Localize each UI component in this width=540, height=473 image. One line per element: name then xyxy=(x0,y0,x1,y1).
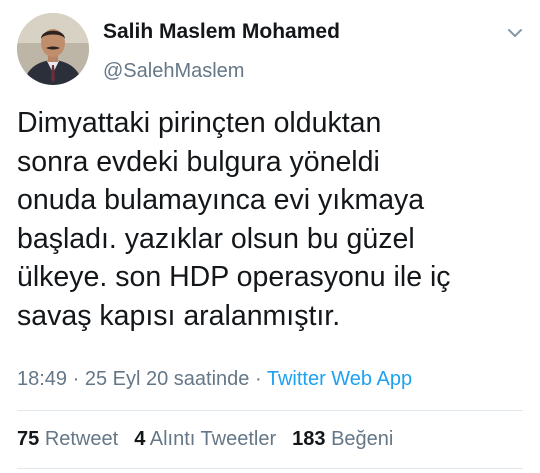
quotes-count: 4 xyxy=(134,428,146,450)
tweet-text-line: sonra evdeki bulgura yöneldi xyxy=(17,145,380,178)
retweets-label: Retweet xyxy=(44,428,119,450)
avatar[interactable] xyxy=(17,13,89,85)
meta-separator: · xyxy=(249,368,267,390)
author-handle[interactable]: @SalehMaslem xyxy=(103,60,244,83)
likes-stat[interactable]: 183 Beğeni xyxy=(292,428,393,450)
tweet-text-line: savaş kapısı aralanmıştır. xyxy=(17,299,341,332)
tweet-text-line: onuda bulamayınca evi yıkmaya xyxy=(17,184,425,216)
chevron-down-icon[interactable] xyxy=(506,24,524,42)
divider xyxy=(17,468,523,469)
tweet-card: Salih Maslem Mohamed @SalehMaslem Dimyat… xyxy=(0,0,540,473)
tweet-metadata: 18:49 · 25 Eyl 20 saatinde · Twitter Web… xyxy=(17,368,412,391)
tweet-text-line: başladı. yazıklar olsun bu güzel xyxy=(17,222,415,255)
tweet-text-line: Dimyattaki pirinçten olduktan xyxy=(17,107,382,139)
tweet-source-link[interactable]: Twitter Web App xyxy=(267,368,412,390)
tweet-time[interactable]: 18:49 xyxy=(17,368,67,390)
quotes-stat[interactable]: 4 Alıntı Tweetler xyxy=(134,428,276,450)
author-name[interactable]: Salih Maslem Mohamed xyxy=(103,20,340,44)
tweet-stats: 75 Retweet 4 Alıntı Tweetler 183 Beğeni xyxy=(17,428,409,451)
tweet-date[interactable]: 25 Eyl 20 saatinde xyxy=(85,368,250,390)
tweet-text-line: ülkeye. son HDP operasyonu ile iç xyxy=(17,261,451,293)
quotes-label: Alıntı Tweetler xyxy=(149,428,277,450)
retweets-stat[interactable]: 75 Retweet xyxy=(17,428,118,450)
retweets-count: 75 xyxy=(17,428,40,450)
likes-count: 183 xyxy=(292,428,326,450)
divider xyxy=(17,410,523,411)
tweet-text: Dimyattaki pirinçten olduktan sonra evde… xyxy=(17,104,527,335)
likes-label: Beğeni xyxy=(331,428,394,450)
meta-separator: · xyxy=(67,368,85,390)
